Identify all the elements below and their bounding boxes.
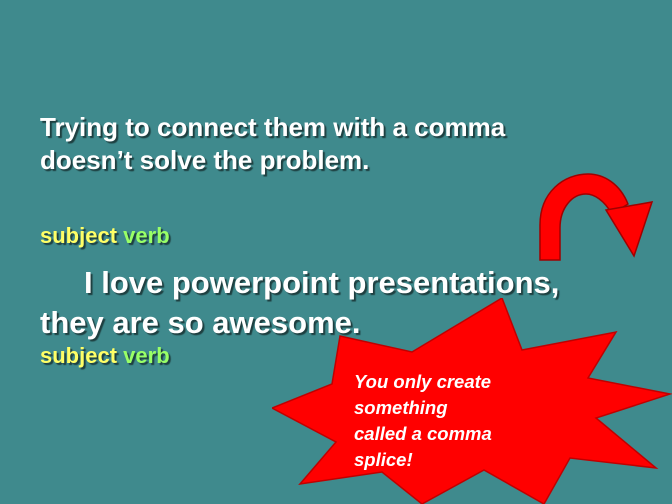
callout-line-3: called a comma xyxy=(354,423,492,444)
heading-line-1: Trying to connect them with a comma xyxy=(40,112,506,142)
curved-arrow-icon xyxy=(539,173,654,261)
verb-label: verb xyxy=(123,343,170,368)
verb-label: verb xyxy=(123,223,170,248)
subject-verb-labels-top: subject verb xyxy=(40,223,170,249)
subject-label: subject xyxy=(40,343,118,368)
callout-text: You only create something called a comma… xyxy=(354,369,544,473)
heading: Trying to connect them with a comma does… xyxy=(40,111,600,177)
heading-line-2: doesn’t solve the problem. xyxy=(40,145,370,175)
subject-label: subject xyxy=(40,223,118,248)
subject-verb-labels-bottom: subject verb xyxy=(40,343,170,369)
callout-line-4: splice! xyxy=(354,449,413,470)
callout-line-2: something xyxy=(354,397,448,418)
callout-line-1: You only create xyxy=(354,371,492,392)
slide: Trying to connect them with a comma does… xyxy=(0,0,672,504)
sentence-line-1: I love powerpoint presentations, xyxy=(84,265,560,300)
